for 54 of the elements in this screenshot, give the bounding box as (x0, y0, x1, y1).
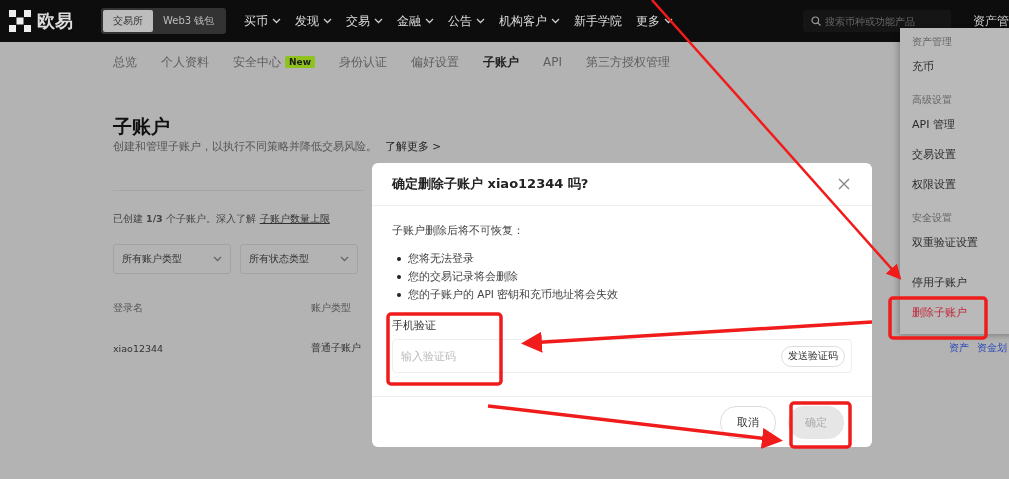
nav-link[interactable]: 机构客户 (499, 12, 561, 30)
table-cell-text: xiao12344 (113, 342, 165, 354)
new-badge: New (285, 56, 315, 68)
nav-link[interactable]: 新手学院 (574, 12, 623, 30)
bullet-text: 您的交易记录将会删除 (408, 270, 518, 284)
nav-link[interactable]: 更多 (636, 12, 674, 30)
menu-item[interactable]: 权限设置 (900, 170, 1009, 200)
search-icon (811, 16, 821, 26)
mode-tab[interactable]: 交易所 (103, 10, 153, 32)
annotation-frame (789, 401, 852, 449)
limit-link[interactable]: 子账户数量上限 (259, 213, 330, 226)
close-button[interactable] (836, 176, 852, 192)
filter-dropdown[interactable]: 所有账户类型 (113, 244, 231, 274)
assets-link[interactable]: 资产管 (973, 12, 1009, 30)
bullet-text: 您将无法登录 (408, 252, 474, 266)
action-link[interactable]: 资金划 (977, 341, 1007, 355)
tab[interactable]: 子账户 (482, 53, 519, 71)
column-header: 登录名 (113, 301, 144, 315)
bullet-dot (397, 275, 401, 279)
menu-item[interactable]: API 管理 (900, 110, 1009, 140)
bullet-text: 您的子账户的 API 密钥和充币地址将会失效 (408, 288, 619, 302)
count-note: 已创建 1/3 个子账户。深入了解 (113, 213, 256, 226)
menu-section-heading: 安全设置 (911, 211, 953, 225)
caret-icon (213, 256, 222, 262)
nav-link[interactable]: 发现 (295, 12, 333, 30)
nav-link[interactable]: 买币 (244, 12, 282, 30)
menu-item[interactable]: 交易设置 (900, 140, 1009, 170)
nav-link[interactable]: 交易 (346, 12, 384, 30)
nav-link[interactable]: 金融 (397, 12, 435, 30)
action-link[interactable]: 资产 (949, 341, 969, 355)
mode-tab[interactable]: Web3 钱包 (153, 10, 225, 32)
learn-more-link[interactable]: 了解更多 > (385, 140, 442, 154)
menu-item[interactable]: 停用子账户 (900, 268, 1009, 298)
page-description: 创建和管理子账户，以执行不同策略并降低交易风险。 (113, 140, 377, 154)
logo-text: 欧易 (37, 9, 73, 33)
table-cell: 普通子账户 (311, 341, 361, 355)
menu-section-heading: 资产管理 (911, 35, 953, 49)
field-label: 手机验证 (392, 318, 437, 333)
warning-text: 子账户删除后将不可恢复： (392, 224, 525, 238)
close-icon (838, 178, 850, 190)
page-title: 子账户 (113, 114, 170, 138)
logo-icon (9, 10, 31, 32)
dialog-title: 确定删除子账户 xiao12344 吗? (392, 175, 589, 193)
menu-item[interactable]: 双重验证设置 (900, 228, 1009, 258)
bullet-dot (397, 257, 401, 261)
nav-link[interactable]: 公告 (448, 12, 486, 30)
filter-dropdown[interactable]: 所有状态类型 (240, 244, 358, 274)
send-code-button[interactable]: 发送验证码 (781, 345, 845, 367)
column-header: 账户类型 (311, 301, 351, 315)
menu-section-heading: 高级设置 (911, 93, 953, 107)
menu-item[interactable]: 充币 (900, 52, 1009, 82)
search-field[interactable]: 搜索币种或功能产品 (803, 10, 951, 32)
bullet-dot (397, 293, 401, 297)
caret-icon (340, 256, 349, 262)
